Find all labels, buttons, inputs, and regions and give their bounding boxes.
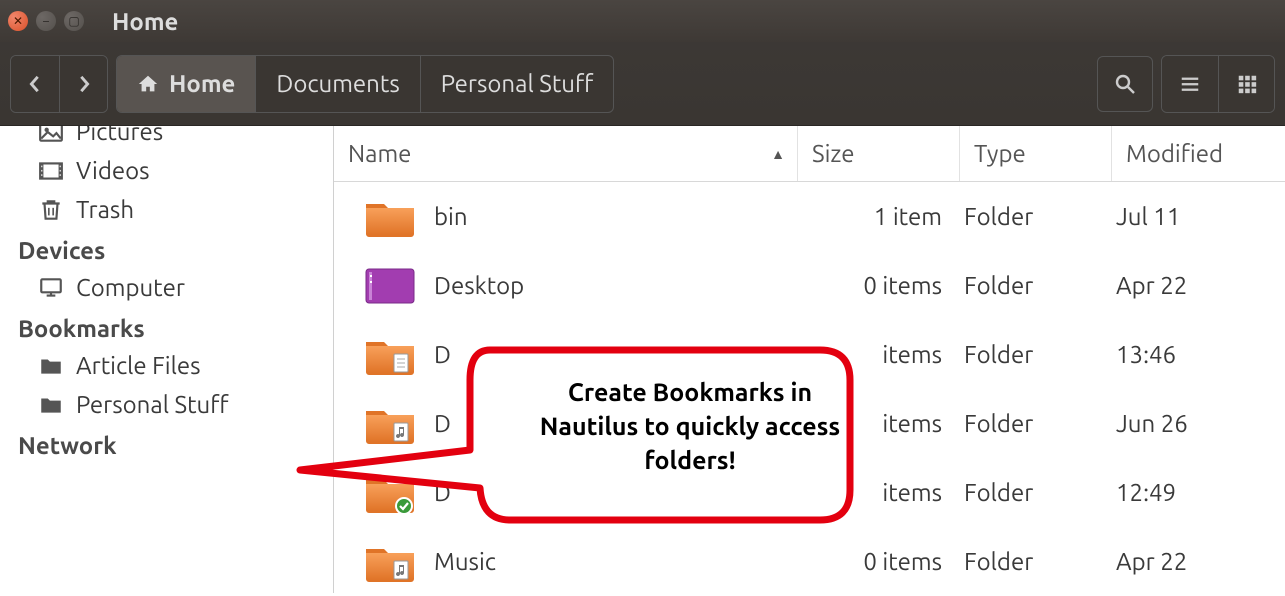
close-window-button[interactable]: ✕ [8,11,28,31]
sidebar-devices-header: Devices [0,229,333,268]
column-label: Name [348,140,411,167]
file-row[interactable]: Music 0 items Folder Apr 22 [334,527,1285,596]
file-type: Folder [960,341,1112,368]
sidebar-item-article-files[interactable]: Article Files [0,346,333,385]
nav-buttons [10,55,108,113]
sidebar-item-label: Trash [76,196,134,223]
sidebar-item-pictures[interactable]: Pictures [0,126,333,151]
sidebar-item-videos[interactable]: Videos [0,151,333,190]
breadcrumb-label: Documents [276,70,399,97]
column-header-modified[interactable]: Modified [1112,126,1285,181]
trash-icon [38,197,64,223]
file-row[interactable]: bin 1 item Folder Jul 11 [334,182,1285,251]
folder-icon [38,392,64,418]
file-name: D [434,479,451,506]
file-name: bin [434,203,468,230]
column-label: Modified [1126,140,1223,167]
grid-view-button[interactable] [1218,56,1274,112]
breadcrumb-personal-stuff[interactable]: Personal Stuff [420,56,614,112]
folder-icon [364,334,416,376]
folder-icon [364,265,416,307]
breadcrumb-documents[interactable]: Documents [255,56,419,112]
file-name: Desktop [434,272,524,299]
file-list: Name ▲ Size Type Modified bin 1 item Fol… [334,126,1285,593]
pictures-icon [38,126,64,145]
main-area: Pictures Videos Trash Devices Computer B… [0,126,1285,593]
file-row[interactable]: D items Folder 13:46 [334,320,1285,389]
column-label: Size [812,140,854,167]
window-title: Home [112,8,178,35]
titlebar: ✕ – ▢ Home [0,0,1285,42]
file-modified: Apr 22 [1112,272,1285,299]
folder-icon [38,353,64,379]
column-headers: Name ▲ Size Type Modified [334,126,1285,182]
sidebar-item-label: Personal Stuff [76,391,229,418]
folder-icon [364,196,416,238]
file-row[interactable]: D items Folder Jun 26 [334,389,1285,458]
column-header-size[interactable]: Size [798,126,960,181]
file-name: D [434,410,451,437]
file-type: Folder [960,479,1112,506]
folder-icon [364,403,416,445]
file-size: items [798,479,960,506]
file-type: Folder [960,272,1112,299]
file-modified: Jul 11 [1112,203,1285,230]
file-size: 0 items [798,548,960,575]
sidebar-item-label: Pictures [76,126,163,145]
file-size: items [798,341,960,368]
grid-icon [1236,73,1258,95]
column-header-type[interactable]: Type [960,126,1112,181]
folder-icon [364,472,416,514]
file-size: 0 items [798,272,960,299]
file-type: Folder [960,410,1112,437]
sort-ascending-icon: ▲ [771,146,785,162]
sidebar-bookmarks-header: Bookmarks [0,307,333,346]
search-button[interactable] [1097,56,1153,112]
sidebar-item-label: Computer [76,274,185,301]
sidebar-item-label: Videos [76,157,150,184]
sidebar-item-label: Article Files [76,352,201,379]
sidebar: Pictures Videos Trash Devices Computer B… [0,126,334,593]
file-modified: 12:49 [1112,479,1285,506]
videos-icon [38,158,64,184]
view-menu-group [1161,55,1275,113]
back-button[interactable] [11,56,59,112]
file-name: Music [434,548,496,575]
chevron-right-icon [75,75,93,93]
list-view-button[interactable] [1162,56,1218,112]
sidebar-item-computer[interactable]: Computer [0,268,333,307]
file-modified: Jun 26 [1112,410,1285,437]
file-modified: 13:46 [1112,341,1285,368]
breadcrumb: Home Documents Personal Stuff [116,55,614,113]
minimize-window-button[interactable]: – [36,11,56,31]
column-header-name[interactable]: Name ▲ [334,126,798,181]
search-icon [1113,72,1137,96]
sidebar-item-trash[interactable]: Trash [0,190,333,229]
file-size: items [798,410,960,437]
toolbar: Home Documents Personal Stuff [0,42,1285,126]
file-type: Folder [960,548,1112,575]
breadcrumb-home[interactable]: Home [117,56,255,112]
file-size: 1 item [798,203,960,230]
file-name: D [434,341,451,368]
home-icon [137,73,159,95]
sidebar-item-personal-stuff[interactable]: Personal Stuff [0,385,333,424]
breadcrumb-label: Personal Stuff [441,70,594,97]
file-modified: Apr 22 [1112,548,1285,575]
column-label: Type [974,140,1026,167]
file-row[interactable]: Desktop 0 items Folder Apr 22 [334,251,1285,320]
computer-icon [38,275,64,301]
chevron-left-icon [26,75,44,93]
file-row[interactable]: D items Folder 12:49 [334,458,1285,527]
window-controls: ✕ – ▢ [8,11,84,31]
hamburger-icon [1179,73,1201,95]
sidebar-network-header: Network [0,424,333,463]
file-type: Folder [960,203,1112,230]
forward-button[interactable] [59,56,107,112]
maximize-window-button[interactable]: ▢ [64,11,84,31]
breadcrumb-label: Home [169,70,235,97]
folder-icon [364,541,416,583]
